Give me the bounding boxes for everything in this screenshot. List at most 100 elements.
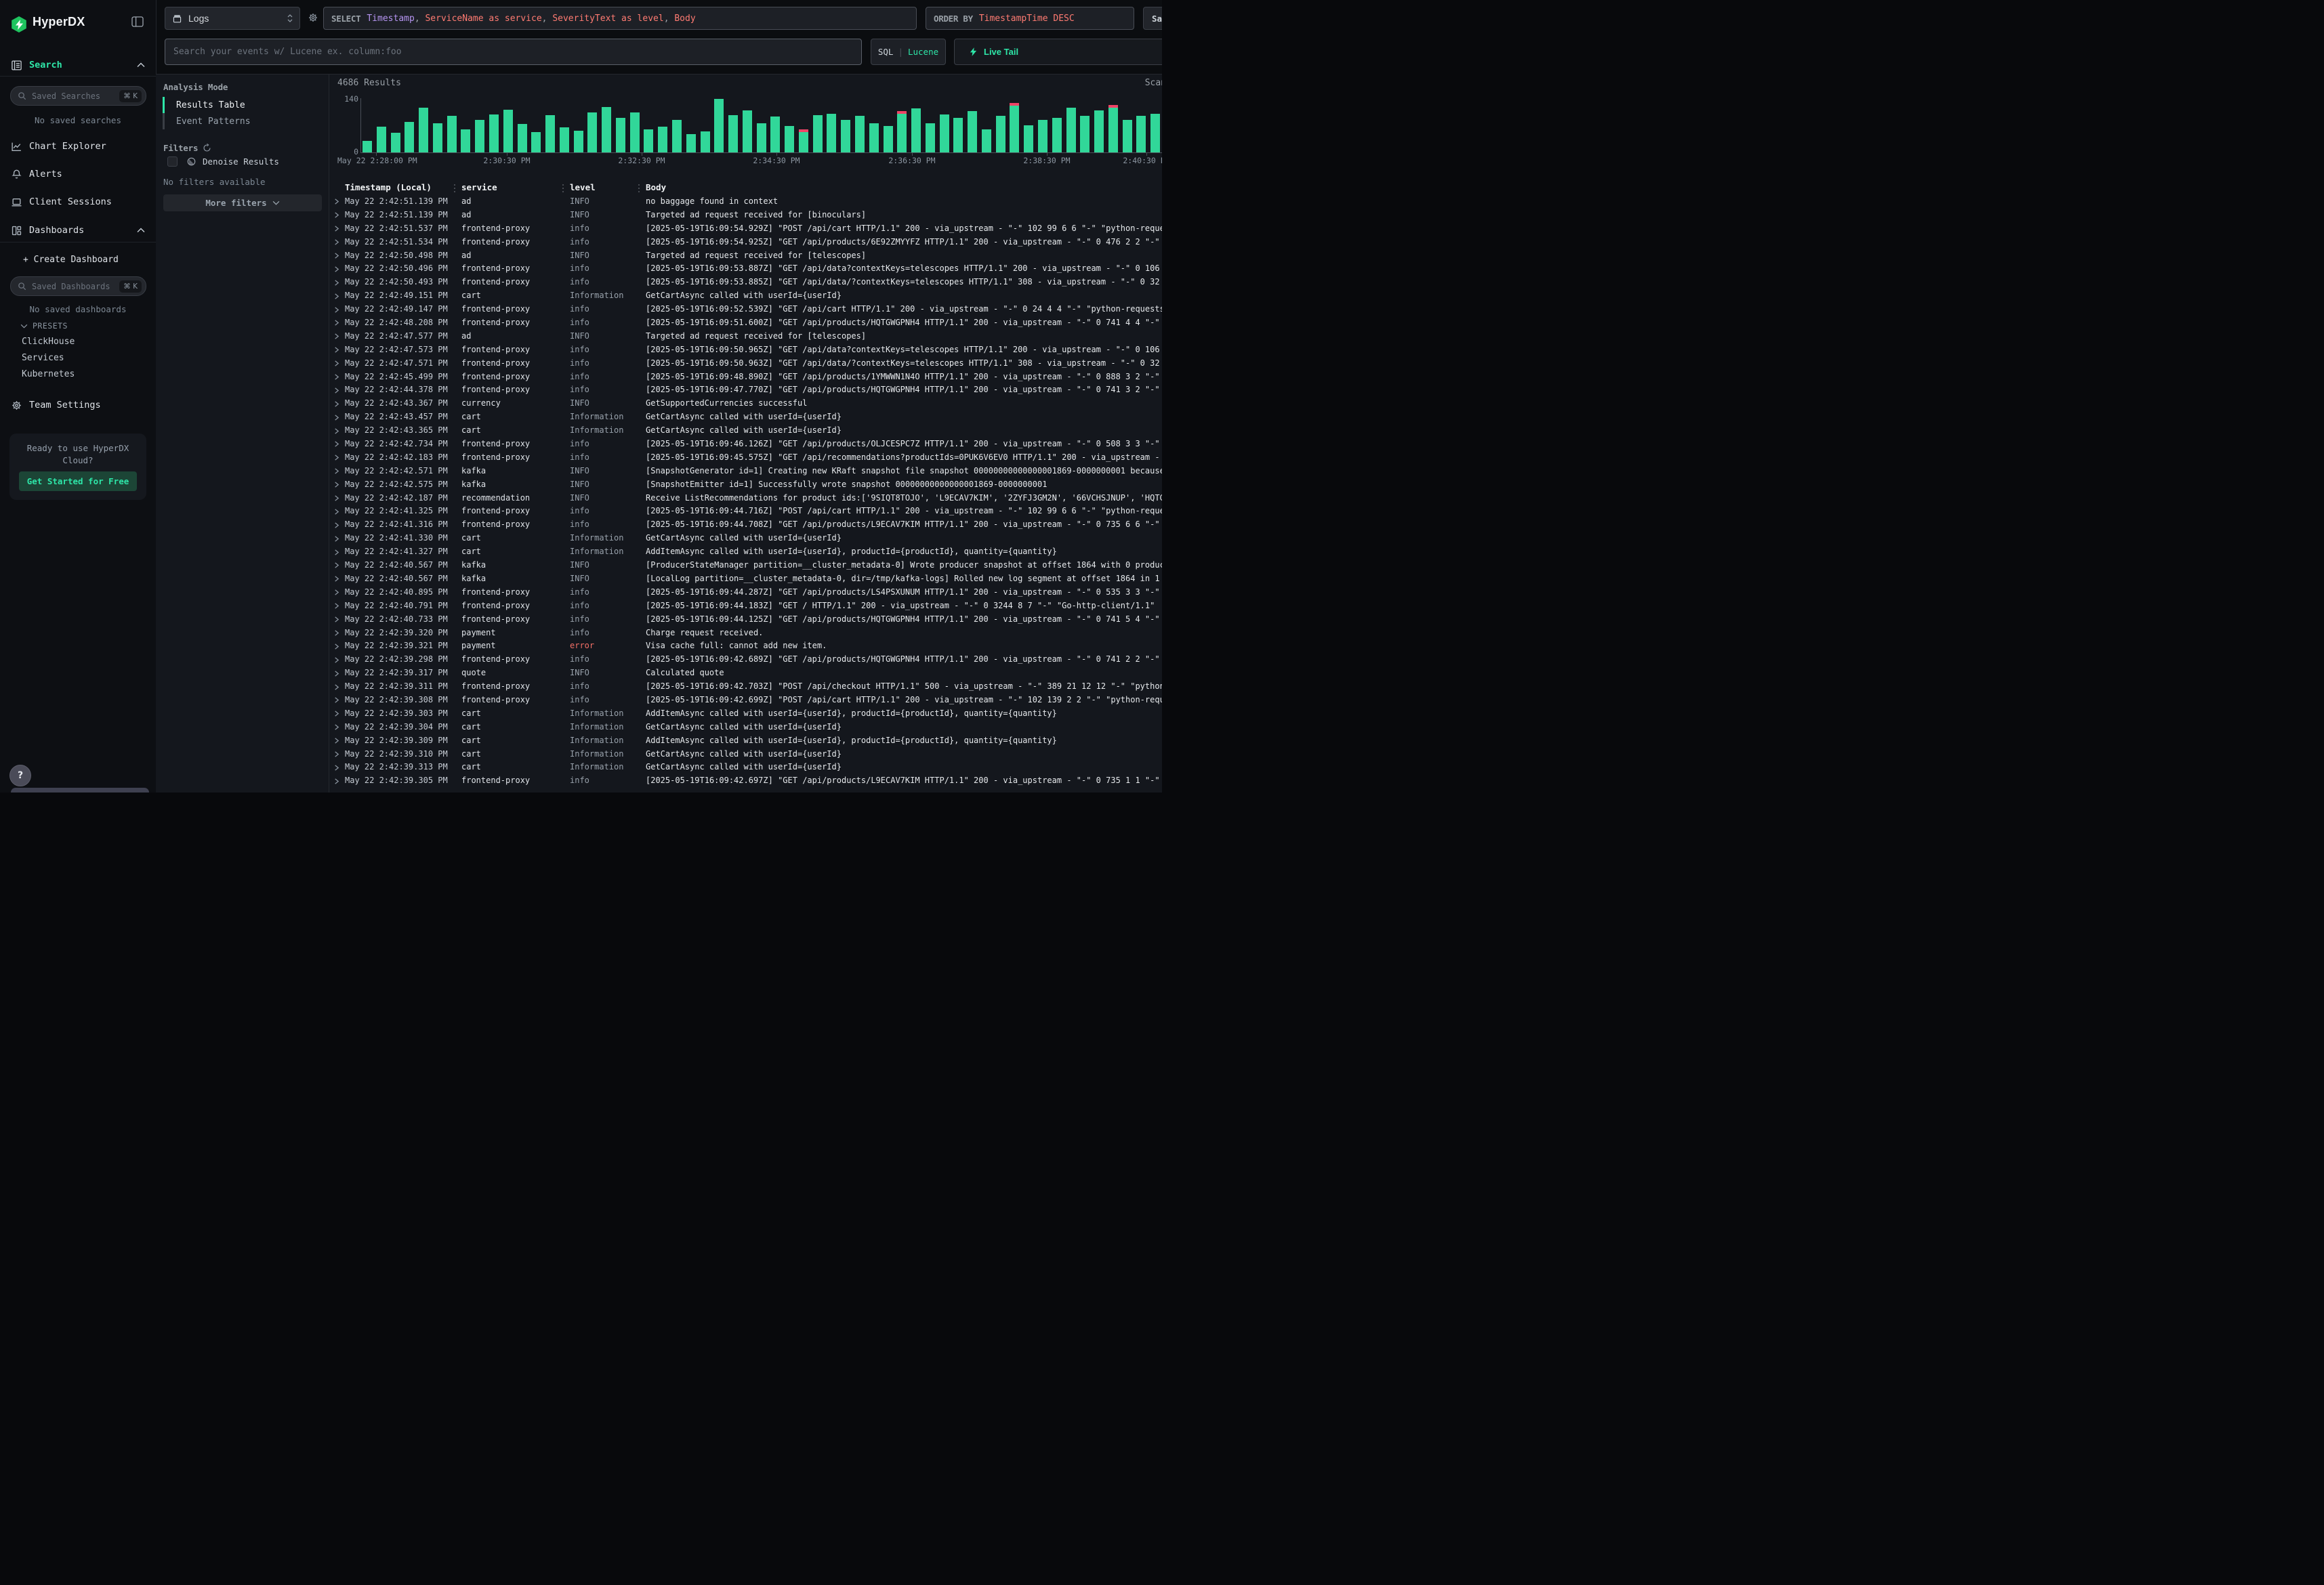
histogram-bar[interactable]	[362, 141, 372, 152]
log-row[interactable]: May 22 2:42:41.330 PMcartInformationGetC…	[329, 532, 1162, 545]
histogram-bar[interactable]	[1038, 120, 1047, 152]
histogram-bar[interactable]	[799, 129, 808, 152]
help-button[interactable]: ?	[9, 765, 31, 786]
histogram-bar[interactable]	[884, 126, 893, 152]
column-header-body[interactable]: Body	[646, 182, 1162, 194]
mode-results-table[interactable]: Results Table	[163, 97, 323, 113]
log-row[interactable]: May 22 2:42:42.734 PMfrontend-proxyinfo[…	[329, 438, 1162, 451]
histogram-bar[interactable]	[714, 99, 724, 152]
sidebar-item-team-settings[interactable]: Team Settings	[0, 396, 156, 414]
histogram-bar[interactable]	[1108, 105, 1118, 152]
log-row[interactable]: May 22 2:42:43.367 PMcurrencyINFOGetSupp…	[329, 397, 1162, 410]
sidebar-item-alerts[interactable]: Alerts	[0, 165, 156, 183]
histogram-bar[interactable]	[968, 111, 977, 152]
histogram-bar[interactable]	[377, 127, 386, 152]
histogram-bar[interactable]	[785, 126, 794, 152]
sidebar-collapse-button[interactable]	[131, 16, 144, 27]
log-row[interactable]: May 22 2:42:50.493 PMfrontend-proxyinfo[…	[329, 276, 1162, 289]
histogram-bar[interactable]	[447, 116, 457, 152]
log-row[interactable]: May 22 2:42:44.378 PMfrontend-proxyinfo[…	[329, 383, 1162, 397]
log-row[interactable]: May 22 2:42:42.571 PMkafkaINFO[SnapshotG…	[329, 465, 1162, 478]
log-row[interactable]: May 22 2:42:41.327 PMcartInformationAddI…	[329, 545, 1162, 559]
create-dashboard-button[interactable]: + Create Dashboard	[23, 255, 119, 265]
log-row[interactable]: May 22 2:42:49.151 PMcartInformationGetC…	[329, 289, 1162, 303]
log-row[interactable]: May 22 2:42:43.457 PMcartInformationGetC…	[329, 410, 1162, 424]
search-input[interactable]: Search your events w/ Lucene ex. column:…	[165, 39, 862, 65]
sql-mode-link[interactable]: SQL	[878, 47, 894, 57]
log-row[interactable]: May 22 2:42:39.313 PMcartInformationGetC…	[329, 761, 1162, 774]
log-row[interactable]: May 22 2:42:39.305 PMfrontend-proxyinfo[…	[329, 774, 1162, 788]
log-row[interactable]: May 22 2:42:51.534 PMfrontend-proxyinfo[…	[329, 236, 1162, 249]
log-row[interactable]: May 22 2:42:47.571 PMfrontend-proxyinfo[…	[329, 357, 1162, 371]
log-row[interactable]: May 22 2:42:40.791 PMfrontend-proxyinfo[…	[329, 599, 1162, 613]
bottom-launcher-partial[interactable]	[11, 788, 149, 792]
histogram-bar[interactable]	[574, 131, 583, 152]
histogram-bar[interactable]	[940, 114, 949, 152]
preset-item-kubernetes[interactable]: Kubernetes	[22, 369, 75, 379]
histogram-bar[interactable]	[982, 129, 991, 152]
log-row[interactable]: May 22 2:42:42.575 PMkafkaINFO[SnapshotE…	[329, 478, 1162, 492]
source-settings-gear-icon[interactable]	[308, 12, 318, 23]
histogram-bar[interactable]	[1136, 116, 1146, 152]
histogram-bar[interactable]	[672, 120, 682, 152]
sidebar-item-dashboards[interactable]: Dashboards	[0, 221, 156, 239]
log-row[interactable]: May 22 2:42:47.577 PMadINFOTargeted ad r…	[329, 330, 1162, 343]
log-row[interactable]: May 22 2:42:50.498 PMadINFOTargeted ad r…	[329, 249, 1162, 263]
histogram-bar[interactable]	[391, 133, 400, 152]
histogram-bar[interactable]	[1150, 114, 1160, 152]
histogram-bar[interactable]	[433, 123, 442, 152]
log-row[interactable]: May 22 2:42:47.573 PMfrontend-proxyinfo[…	[329, 343, 1162, 357]
save-button[interactable]: Sa	[1143, 7, 1162, 30]
sidebar-item-client-sessions[interactable]: Client Sessions	[0, 193, 156, 211]
order-by-input[interactable]: ORDER BY TimestampTime DESC	[926, 7, 1134, 30]
presets-toggle[interactable]: PRESETS	[20, 321, 68, 331]
more-filters-button[interactable]: More filters	[163, 194, 322, 211]
log-row[interactable]: May 22 2:42:51.139 PMadINFOTargeted ad r…	[329, 209, 1162, 222]
log-row[interactable]: May 22 2:42:45.499 PMfrontend-proxyinfo[…	[329, 371, 1162, 384]
histogram-bar[interactable]	[560, 127, 569, 152]
histogram-bar[interactable]	[728, 115, 738, 152]
histogram-bar[interactable]	[1066, 108, 1076, 152]
histogram-bar[interactable]	[1052, 118, 1062, 152]
log-row[interactable]: May 22 2:42:51.139 PMadINFOno baggage fo…	[329, 195, 1162, 209]
histogram-bar[interactable]	[996, 116, 1005, 152]
refresh-icon[interactable]	[203, 144, 211, 152]
log-row[interactable]: May 22 2:42:43.365 PMcartInformationGetC…	[329, 424, 1162, 438]
log-row[interactable]: May 22 2:42:41.325 PMfrontend-proxyinfo[…	[329, 505, 1162, 518]
column-resize-handle[interactable]	[562, 184, 564, 193]
histogram-bar[interactable]	[1024, 125, 1033, 152]
histogram-bar[interactable]	[827, 114, 836, 152]
histogram-bar[interactable]	[926, 123, 935, 152]
log-row[interactable]: May 22 2:42:42.187 PMrecommendationINFOR…	[329, 492, 1162, 505]
log-row[interactable]: May 22 2:42:39.320 PMpaymentinfoCharge r…	[329, 627, 1162, 640]
histogram-bar[interactable]	[855, 116, 865, 152]
source-select[interactable]: Logs	[165, 7, 300, 30]
histogram-bar[interactable]	[602, 107, 611, 152]
denoise-checkbox[interactable]	[167, 156, 178, 167]
histogram-bar[interactable]	[1123, 120, 1132, 152]
log-row[interactable]: May 22 2:42:39.309 PMcartInformationAddI…	[329, 734, 1162, 748]
log-row[interactable]: May 22 2:42:51.537 PMfrontend-proxyinfo[…	[329, 222, 1162, 236]
log-row[interactable]: May 22 2:42:40.567 PMkafkaINFO[LocalLog …	[329, 572, 1162, 586]
histogram-bar[interactable]	[587, 112, 597, 152]
histogram-bar[interactable]	[461, 129, 470, 152]
lucene-mode-link[interactable]: Lucene	[908, 47, 938, 57]
log-row[interactable]: May 22 2:42:39.304 PMcartInformationGetC…	[329, 721, 1162, 734]
log-row[interactable]: May 22 2:42:39.317 PMquoteINFOCalculated…	[329, 667, 1162, 680]
histogram-bar[interactable]	[630, 112, 640, 152]
log-row[interactable]: May 22 2:42:39.303 PMcartInformationAddI…	[329, 707, 1162, 721]
log-row[interactable]: May 22 2:42:40.567 PMkafkaINFO[ProducerS…	[329, 559, 1162, 572]
histogram-bar[interactable]	[475, 120, 484, 152]
histogram-bar[interactable]	[419, 108, 428, 152]
histogram-bar[interactable]	[911, 108, 921, 152]
histogram-bar[interactable]	[869, 123, 879, 152]
sidebar-item-search[interactable]: Search	[0, 56, 156, 74]
histogram-bar[interactable]	[1080, 116, 1090, 152]
histogram-bar[interactable]	[813, 115, 823, 152]
log-row[interactable]: May 22 2:42:39.298 PMfrontend-proxyinfo[…	[329, 653, 1162, 667]
log-row[interactable]: May 22 2:42:49.147 PMfrontend-proxyinfo[…	[329, 303, 1162, 316]
log-row[interactable]: May 22 2:42:40.895 PMfrontend-proxyinfo[…	[329, 586, 1162, 599]
histogram-bar[interactable]	[953, 118, 963, 152]
saved-searches-input[interactable]: Saved Searches ⌘ K	[10, 86, 146, 106]
histogram-bar[interactable]	[1094, 110, 1104, 152]
